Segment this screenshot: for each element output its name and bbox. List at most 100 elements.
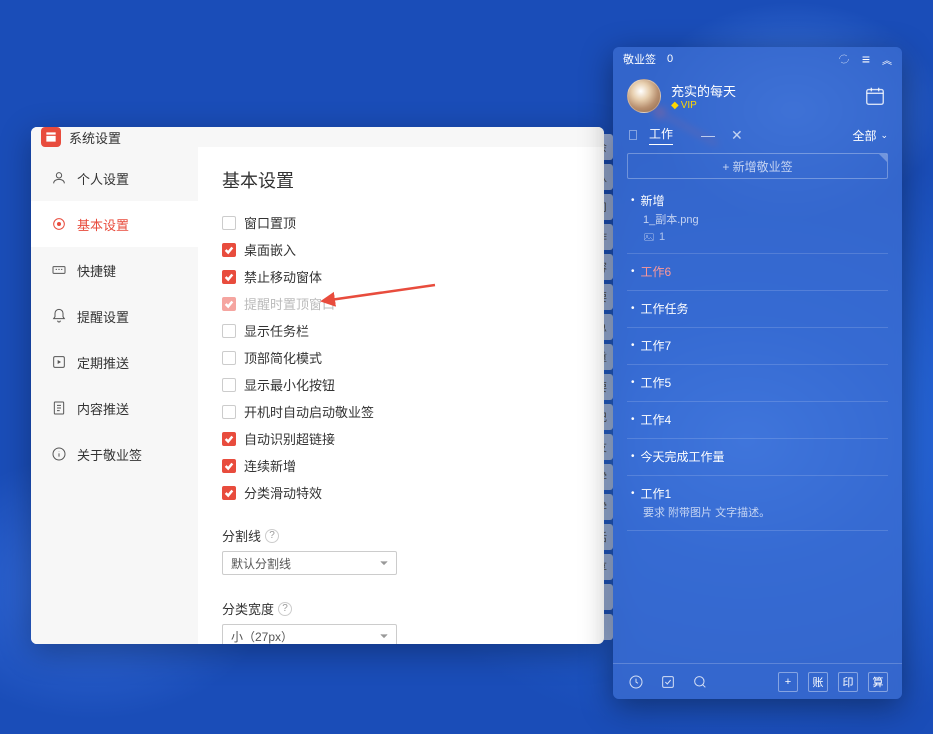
content-title: 基本设置 xyxy=(222,167,580,193)
checkbox[interactable] xyxy=(222,486,236,500)
checkbox[interactable] xyxy=(222,270,236,284)
sidebar-item-schedule[interactable]: 定期推送 xyxy=(31,339,198,385)
menu-icon[interactable]: ≡ xyxy=(862,51,870,67)
footer-add-button[interactable]: + xyxy=(778,672,798,692)
checkbox[interactable] xyxy=(222,351,236,365)
bullet-icon: • xyxy=(631,264,635,280)
current-tab-label[interactable]: 工作 xyxy=(649,125,673,145)
note-title-text: 新增 xyxy=(641,193,884,209)
checkbox[interactable] xyxy=(222,243,236,257)
sidebar-label: 内容推送 xyxy=(77,399,129,418)
notes-titlebar[interactable]: 敬业签 0 ≡ ︽ xyxy=(613,47,902,71)
minimize-icon[interactable]: — xyxy=(701,127,715,143)
footer-calc-button[interactable]: 算 xyxy=(868,672,888,692)
target-icon xyxy=(51,216,67,232)
calendar-icon[interactable] xyxy=(862,83,888,109)
checkbox-label: 桌面嵌入 xyxy=(244,240,296,259)
sidebar-item-personal[interactable]: 个人设置 xyxy=(31,155,198,201)
close-icon[interactable]: ✕ xyxy=(731,127,743,144)
checkbox-row[interactable]: 窗口置顶 xyxy=(222,213,580,232)
checkbox[interactable] xyxy=(222,216,236,230)
bullet-icon: • xyxy=(631,412,635,428)
sidebar-label: 基本设置 xyxy=(77,215,129,234)
note-title-text: 工作1 xyxy=(641,486,884,502)
bullet-icon: • xyxy=(631,301,635,317)
checkbox[interactable] xyxy=(222,378,236,392)
notes-list[interactable]: •新增1_副本.png1•工作6•工作任务•工作7•工作5•工作4•今天完成工作… xyxy=(613,183,902,663)
width-select[interactable]: 小（27px） xyxy=(222,624,397,644)
note-item[interactable]: • 工作6 xyxy=(627,254,888,291)
notes-header: 充实的每天 VIP xyxy=(613,71,902,121)
note-title-text: 工作5 xyxy=(641,375,884,391)
divider-section-label: 分割线 ? xyxy=(222,526,580,545)
note-item[interactable]: •工作4 xyxy=(627,402,888,439)
notes-window: 敬业签 0 ≡ ︽ 充实的每天 VIP 工作 — ✕ 全部 ⌄ xyxy=(613,47,902,699)
bullet-icon: • xyxy=(631,449,635,465)
notes-tabbar: 工作 — ✕ 全部 ⌄ xyxy=(613,121,902,149)
checkbox-label: 显示任务栏 xyxy=(244,321,309,340)
width-section-label: 分类宽度 ? xyxy=(222,599,580,618)
checkbox-row[interactable]: 桌面嵌入 xyxy=(222,240,580,259)
checkbox-label: 顶部简化模式 xyxy=(244,348,322,367)
checkbox-row[interactable]: 顶部简化模式 xyxy=(222,348,580,367)
note-item[interactable]: •工作1要求 附带图片 文字描述。 xyxy=(627,476,888,531)
note-item[interactable]: •新增1_副本.png1 xyxy=(627,183,888,254)
footer-print-button[interactable]: 印 xyxy=(838,672,858,692)
help-icon[interactable]: ? xyxy=(278,602,292,616)
notes-footer: + 账 印 算 xyxy=(613,663,902,699)
bell-icon xyxy=(51,308,67,324)
user-icon xyxy=(51,170,67,186)
sidebar-item-reminder[interactable]: 提醒设置 xyxy=(31,293,198,339)
checkbox xyxy=(222,297,236,311)
chevron-down-icon xyxy=(380,559,388,567)
sidebar-item-about[interactable]: 关于敬业签 xyxy=(31,431,198,477)
checkbox-row[interactable]: 自动识别超链接 xyxy=(222,429,580,448)
check-icon[interactable] xyxy=(659,673,677,691)
note-item[interactable]: •今天完成工作量 xyxy=(627,439,888,476)
checkbox-row[interactable]: 禁止移动窗体 xyxy=(222,267,580,286)
filter-dropdown[interactable]: 全部 ⌄ xyxy=(852,127,888,144)
vip-badge: VIP xyxy=(671,100,852,111)
note-sub-text: 要求 附带图片 文字描述。 xyxy=(643,504,884,520)
footer-account-button[interactable]: 账 xyxy=(808,672,828,692)
notification-badge[interactable]: 0 xyxy=(664,53,673,65)
play-icon xyxy=(51,354,67,370)
settings-content: 基本设置 窗口置顶桌面嵌入禁止移动窗体提醒时置顶窗口显示任务栏顶部简化模式显示最… xyxy=(198,147,604,644)
settings-window-title: 系统设置 xyxy=(69,128,121,147)
settings-window: 系统设置 个人设置 基本设置 快捷键 提醒设置 定期推送 xyxy=(31,127,604,644)
checkbox[interactable] xyxy=(222,405,236,419)
checkbox-row[interactable]: 显示最小化按钮 xyxy=(222,375,580,394)
divider-select[interactable]: 默认分割线 xyxy=(222,551,397,575)
checkbox-row[interactable]: 开机时自动启动敬业签 xyxy=(222,402,580,421)
checkbox-row[interactable]: 分类滑动特效 xyxy=(222,483,580,502)
sidebar-item-shortcut[interactable]: 快捷键 xyxy=(31,247,198,293)
note-item[interactable]: •工作5 xyxy=(627,365,888,402)
checkbox-label: 开机时自动启动敬业签 xyxy=(244,402,374,421)
help-icon[interactable]: ? xyxy=(265,529,279,543)
sidebar-item-content[interactable]: 内容推送 xyxy=(31,385,198,431)
sync-icon[interactable] xyxy=(838,53,850,65)
note-sub-text: 1_副本.png xyxy=(643,211,884,227)
note-item[interactable]: •工作7 xyxy=(627,328,888,365)
clock-icon[interactable] xyxy=(627,673,645,691)
search-icon[interactable] xyxy=(691,673,709,691)
settings-titlebar[interactable]: 系统设置 xyxy=(31,127,604,147)
checkbox-label: 窗口置顶 xyxy=(244,213,296,232)
checkbox[interactable] xyxy=(222,432,236,446)
sidebar-label: 定期推送 xyxy=(77,353,129,372)
checkbox-row[interactable]: 显示任务栏 xyxy=(222,321,580,340)
collapse-icon[interactable]: ︽ xyxy=(882,52,892,67)
note-title-text: 工作7 xyxy=(641,338,884,354)
checkbox[interactable] xyxy=(222,324,236,338)
user-avatar[interactable] xyxy=(627,79,661,113)
chevron-down-icon: ⌄ xyxy=(880,130,888,141)
add-note-button[interactable]: + 新增敬业签 xyxy=(627,153,888,179)
checkbox[interactable] xyxy=(222,459,236,473)
notes-app-name: 敬业签 xyxy=(623,51,656,67)
sidebar-label: 快捷键 xyxy=(77,261,116,280)
note-title-text: 工作6 xyxy=(641,264,884,280)
chevron-down-icon xyxy=(380,632,388,640)
checkbox-row[interactable]: 连续新增 xyxy=(222,456,580,475)
sidebar-item-basic[interactable]: 基本设置 xyxy=(31,201,198,247)
note-item[interactable]: •工作任务 xyxy=(627,291,888,328)
